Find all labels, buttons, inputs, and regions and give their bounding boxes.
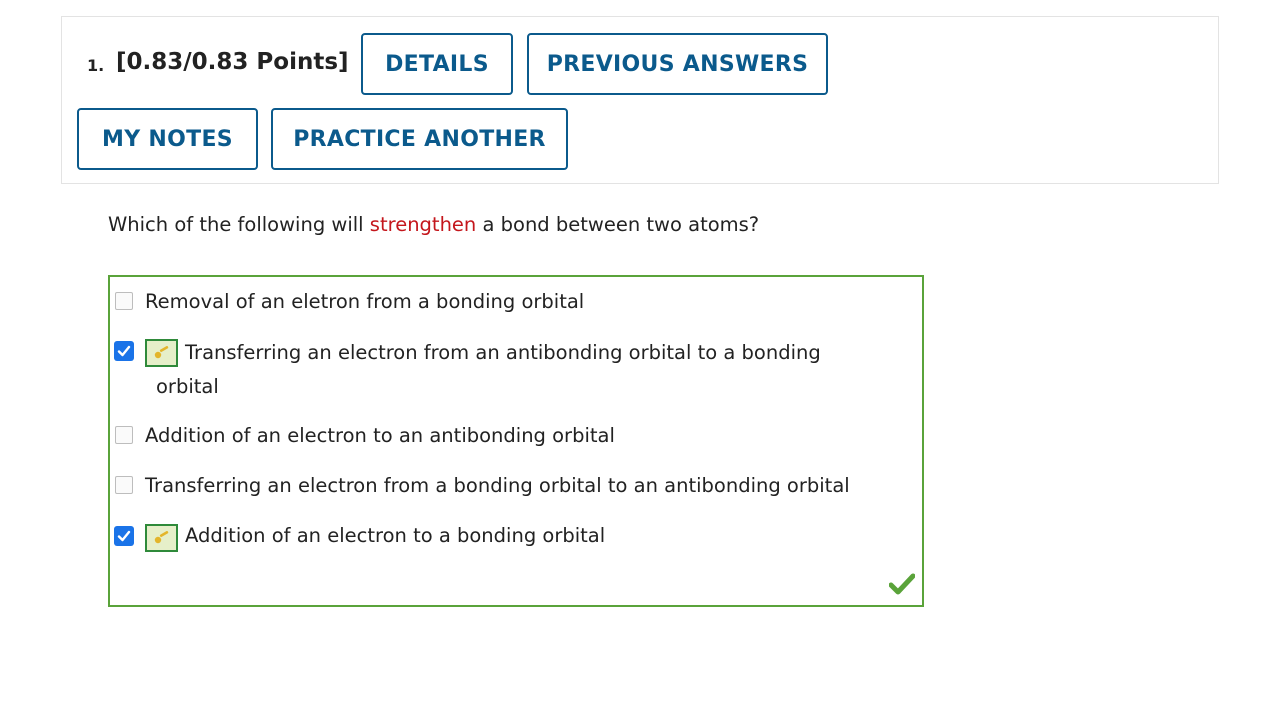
option-2-label-line2: orbital (156, 375, 219, 398)
check-mark-icon (888, 573, 916, 599)
checkbox-check-icon (117, 530, 131, 542)
option-4-checkbox[interactable] (115, 476, 133, 494)
prompt-highlight: strengthen (369, 213, 477, 236)
prompt-text-before: Which of the following will (108, 213, 370, 236)
question-prompt: Which of the following will strengthen a… (108, 213, 759, 236)
key-icon (145, 339, 178, 367)
question-number: 1. (87, 56, 105, 75)
option-3-label: Addition of an electron to an antibondin… (145, 424, 615, 447)
my-notes-button[interactable]: MY NOTES (77, 108, 258, 170)
option-1-checkbox[interactable] (115, 292, 133, 310)
option-2-label-line1: Transferring an electron from an antibon… (185, 341, 821, 364)
details-button[interactable]: DETAILS (361, 33, 513, 95)
previous-answers-button[interactable]: PREVIOUS ANSWERS (527, 33, 828, 95)
option-3-checkbox[interactable] (115, 426, 133, 444)
practice-another-button[interactable]: PRACTICE ANOTHER (271, 108, 568, 170)
option-2-checkbox[interactable] (114, 341, 134, 361)
option-4-label: Transferring an electron from a bonding … (145, 474, 850, 497)
question-points: [0.83/0.83 Points] (116, 49, 349, 75)
prompt-text-after: a bond between two atoms? (476, 213, 760, 236)
checkbox-check-icon (117, 345, 131, 357)
option-5-label: Addition of an electron to a bonding orb… (185, 524, 606, 547)
key-icon (145, 524, 178, 552)
option-1-label: Removal of an eletron from a bonding orb… (145, 290, 585, 313)
option-5-checkbox[interactable] (114, 526, 134, 546)
